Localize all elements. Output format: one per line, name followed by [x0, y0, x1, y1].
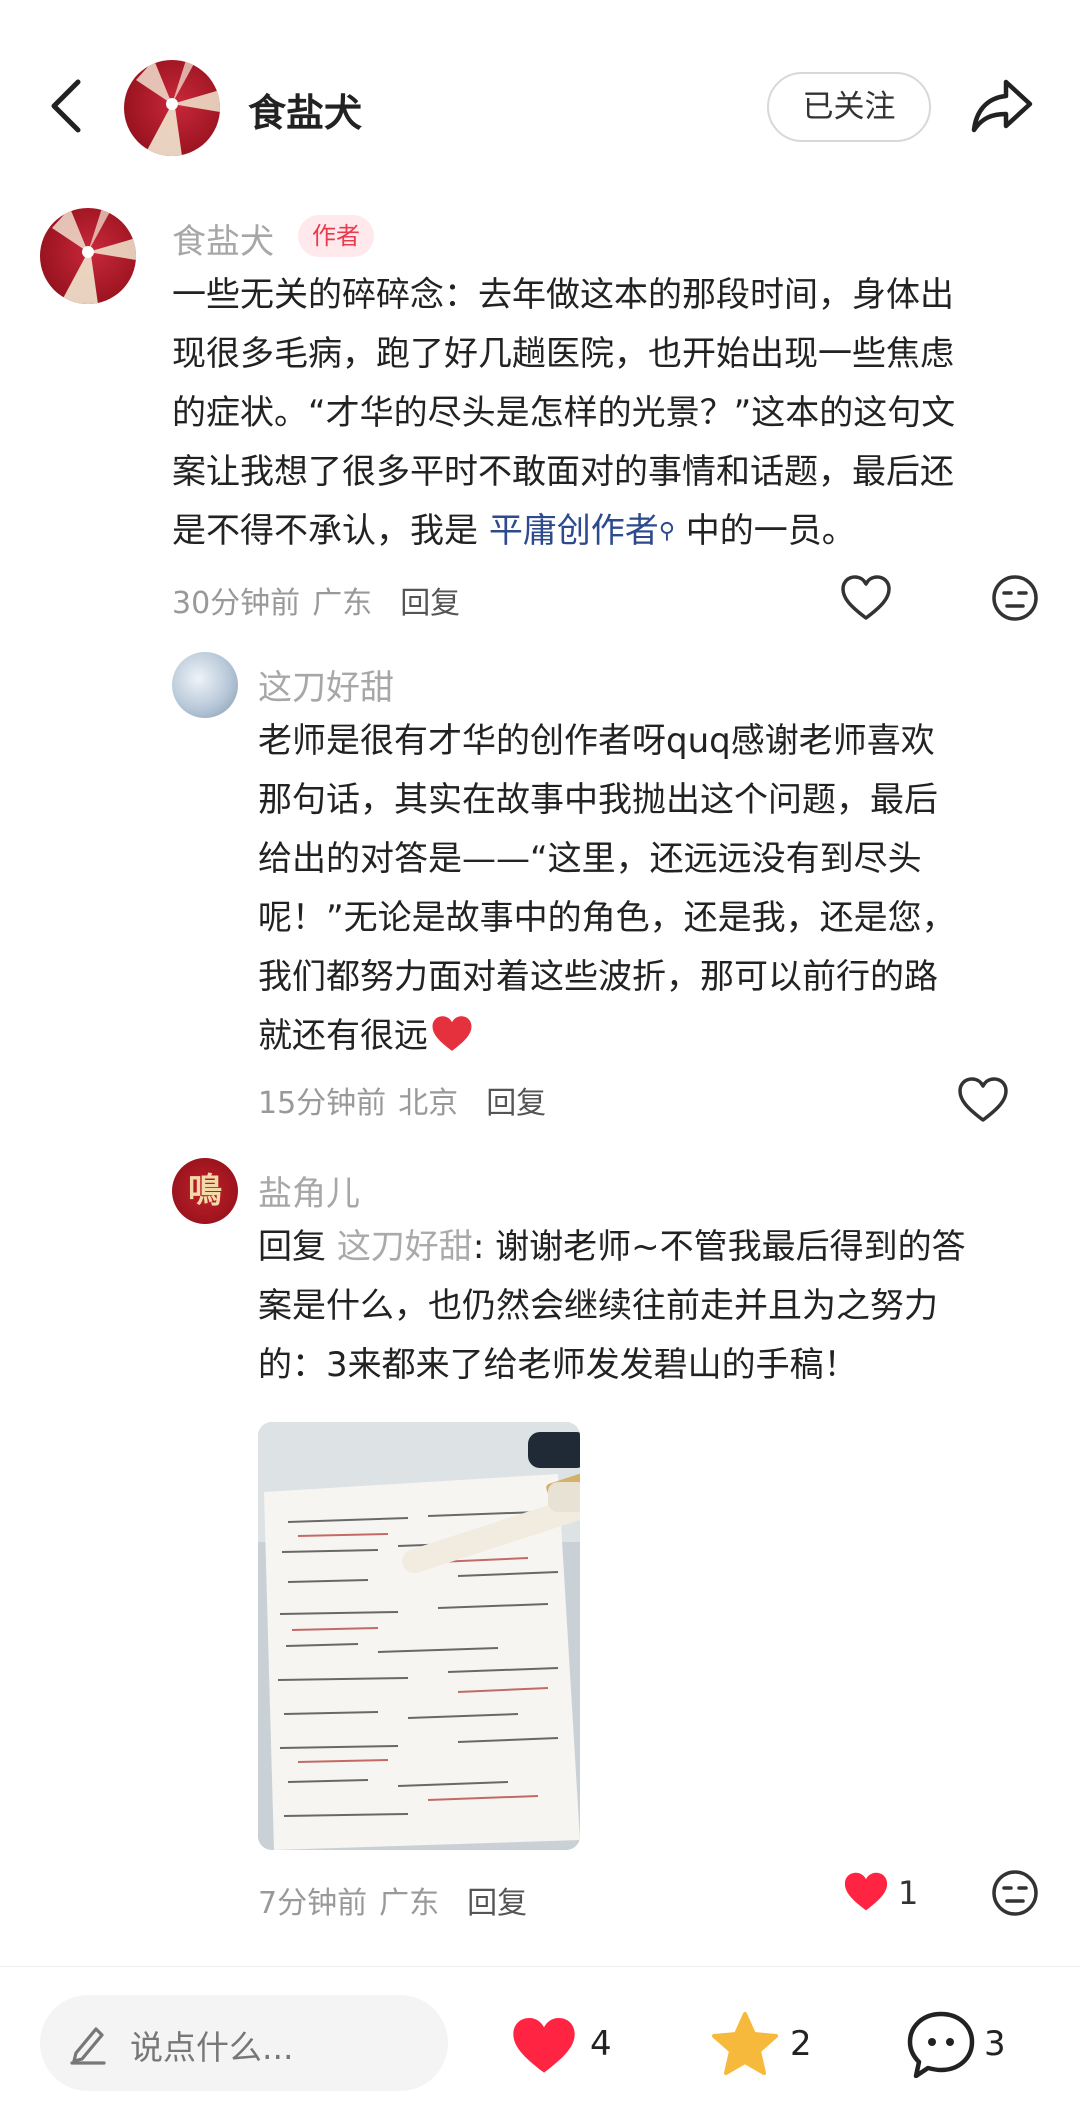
comment-input-placeholder: 说点什么... — [130, 2028, 294, 2067]
like-heart-icon[interactable] — [840, 574, 892, 622]
share-icon[interactable] — [970, 76, 1034, 136]
comment-line: 是不得不承认，我是 平庸创作者⚲ 中的一员。 — [172, 511, 856, 551]
red-heart-emoji-icon — [432, 1016, 472, 1051]
reply-avatar[interactable] — [172, 652, 238, 718]
reply-button[interactable]: 回复 — [486, 1086, 546, 1121]
reply-line: 那句话，其实在故事中我抛出这个问题，最后 — [258, 780, 938, 820]
like-heart-icon[interactable] — [957, 1076, 1009, 1124]
comment-line: 的症状。“才华的尽头是怎样的光景？”这本的这句文 — [172, 393, 956, 433]
reply-body: 老师是很有才华的创作者呀quq感谢老师喜欢 那句话，其实在故事中我抛出这个问题，… — [258, 712, 1058, 1066]
reply-username[interactable]: 这刀好甜 — [258, 660, 394, 709]
like-total-count: 4 — [590, 2024, 612, 2064]
like-count: 1 — [898, 1874, 919, 1912]
collect-star-icon[interactable] — [710, 2010, 780, 2078]
back-arrow-icon[interactable] — [44, 78, 88, 134]
header-username[interactable]: 食盐犬 — [248, 82, 362, 137]
reply-body: 回复 这刀好甜: 谢谢老师~不管我最后得到的答 案是什么，也仍然会继续往前走并且… — [258, 1218, 1058, 1395]
reply-line: 案是什么，也仍然会继续往前走并且为之努力 — [258, 1286, 938, 1326]
reply-button[interactable]: 回复 — [467, 1886, 527, 1921]
comment-count: 3 — [984, 2024, 1006, 2064]
comment-username[interactable]: 食盐犬 — [172, 214, 274, 263]
comment-meta: 30分钟前 广东 回复 — [172, 586, 461, 621]
manuscript-image — [258, 1422, 580, 1850]
pencil-icon — [70, 2027, 106, 2065]
comment-body: 一些无关的碎碎念：去年做这本的那段时间，身体出 现很多毛病，跑了好几趟医院，也开… — [172, 266, 1052, 561]
reply-button[interactable]: 回复 — [400, 586, 460, 621]
reply-line: 老师是很有才华的创作者呀quq感谢老师喜欢 — [258, 721, 935, 761]
reply-username[interactable]: 盐角儿 — [258, 1166, 360, 1215]
quoted-username[interactable]: 这刀好甜 — [337, 1227, 473, 1267]
comment-line: 一些无关的碎碎念：去年做这本的那段时间，身体出 — [172, 275, 954, 315]
reply-line: 就还有很远 — [258, 1007, 1058, 1066]
reply-line: 给出的对答是——“这里，还远远没有到尽头 — [258, 839, 922, 879]
follow-button[interactable]: 已关注 — [767, 72, 931, 142]
search-mark-icon: ⚲ — [658, 519, 675, 544]
comment-input[interactable]: 说点什么... — [40, 1995, 448, 2091]
manuscript-photo[interactable] — [258, 1422, 580, 1850]
comment-line: 案让我想了很多平时不敢面对的事情和话题，最后还 — [172, 452, 954, 492]
header-avatar[interactable] — [124, 60, 220, 156]
reply-meta: 15分钟前 北京 回复 — [258, 1086, 547, 1121]
emoji-reaction-icon[interactable] — [990, 1868, 1040, 1918]
like-heart-icon[interactable] — [508, 2014, 580, 2078]
reply-line: 的：3来都来了给老师发发碧山的手稿！ — [258, 1345, 858, 1385]
author-avatar[interactable] — [40, 208, 136, 304]
liked-heart-icon[interactable] — [842, 1870, 890, 1914]
emoji-reaction-icon[interactable] — [990, 573, 1040, 623]
bottom-divider — [0, 1966, 1080, 1967]
comment-line: 现很多毛病，跑了好几趟医院，也开始出现一些焦虑 — [172, 334, 954, 374]
reply-meta: 7分钟前 广东 回复 — [258, 1886, 528, 1921]
reply-line: 回复 这刀好甜: 谢谢老师~不管我最后得到的答 — [258, 1227, 966, 1267]
author-badge: 作者 — [298, 215, 374, 257]
reply-line: 呢！”无论是故事中的角色，还是我，还是您， — [258, 898, 956, 938]
reply-line: 我们都努力面对着这些波折，那可以前行的路 — [258, 957, 938, 997]
mention-link[interactable]: 平庸创作者 — [489, 511, 659, 551]
reply-avatar[interactable]: 鳴 — [172, 1158, 238, 1224]
comment-bubble-icon[interactable] — [906, 2010, 976, 2078]
collect-count: 2 — [790, 2024, 812, 2064]
